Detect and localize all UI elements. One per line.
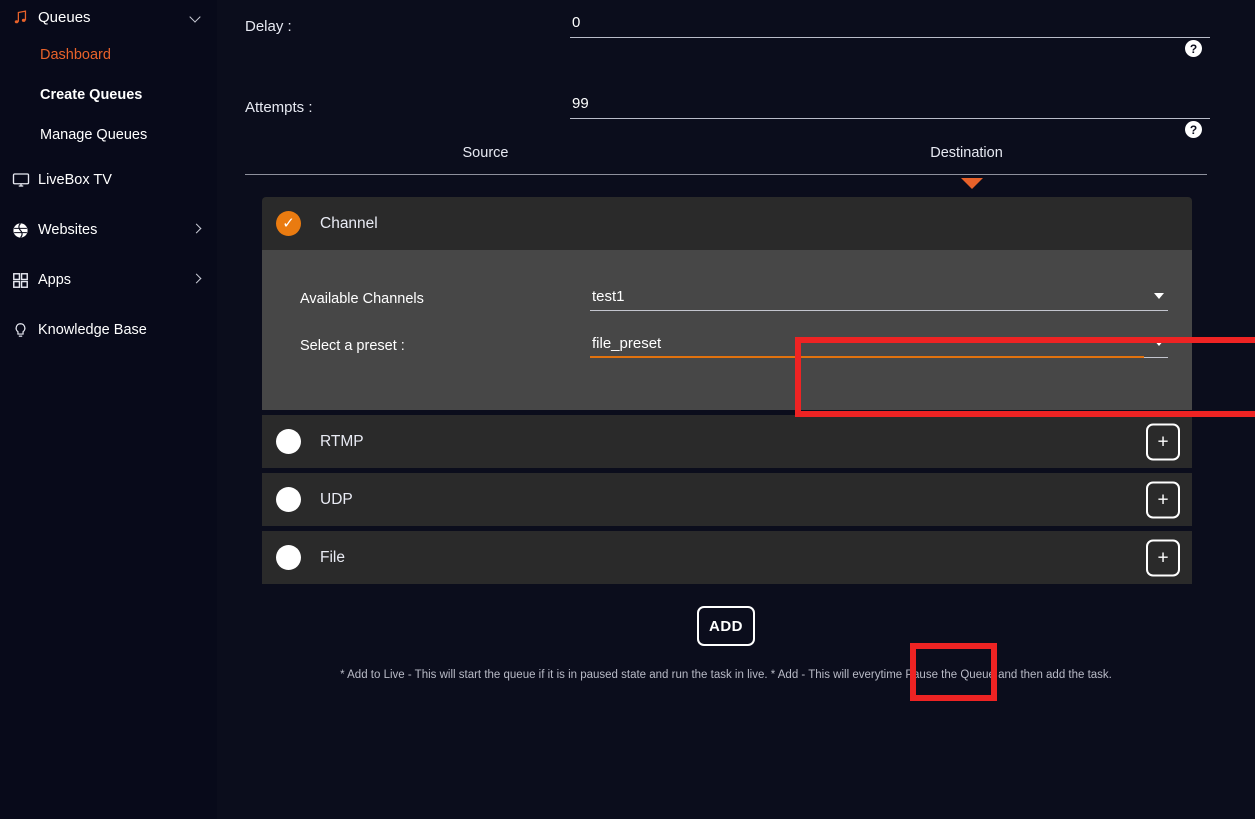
help-icon[interactable]: ? [1185, 121, 1202, 138]
tab-active-pointer-icon [961, 178, 983, 189]
chevron-right-icon[interactable] [191, 224, 203, 236]
channel-card-body: Available Channels test1 Select a preset… [262, 250, 1192, 410]
available-channels-label: Available Channels [300, 290, 424, 307]
footnote-text: * Add to Live - This will start the queu… [340, 669, 1112, 681]
add-button-area: ADD [245, 606, 1207, 646]
destination-options-list: ✓ Channel + Available Channels test1 Sel… [262, 197, 1192, 584]
sidebar-item-label: LiveBox TV [38, 172, 112, 188]
file-radio-button[interactable] [276, 545, 301, 570]
grid-icon [12, 272, 38, 289]
chevron-down-icon [1154, 293, 1164, 299]
chevron-right-icon[interactable] [191, 274, 203, 286]
rtmp-card-header[interactable]: RTMP + [262, 415, 1192, 468]
sidebar-item-manage-queues[interactable]: Manage Queues [0, 115, 217, 155]
sidebar: Queues Dashboard Create Queues Manage Qu… [0, 0, 217, 819]
tab-source[interactable]: Source [245, 145, 726, 174]
tab-destination[interactable]: Destination [726, 145, 1207, 174]
sidebar-item-websites[interactable]: Websites [0, 205, 217, 255]
help-icon[interactable]: ? [1185, 40, 1202, 57]
sidebar-item-label: Dashboard [40, 47, 111, 63]
main-content: Delay : ? Attempts : ? Source Destinatio… [217, 0, 1255, 819]
available-channels-select[interactable]: test1 [590, 286, 1168, 311]
sidebar-item-knowledge-base[interactable]: Knowledge Base [0, 305, 217, 355]
udp-add-plus-button[interactable]: + [1146, 481, 1180, 518]
destination-card-udp: UDP + [262, 473, 1192, 526]
delay-field-row: Delay : ? [245, 8, 1255, 57]
file-card-header[interactable]: File + [262, 531, 1192, 584]
sidebar-item-livebox-tv[interactable]: LiveBox TV [0, 155, 217, 205]
sidebar-group-label: Queues [38, 9, 91, 26]
sidebar-item-label: Manage Queues [40, 127, 148, 143]
delay-input[interactable] [570, 8, 1210, 38]
sidebar-item-dashboard[interactable]: Dashboard [0, 35, 217, 75]
sidebar-item-label: Knowledge Base [38, 322, 147, 338]
delay-input-wrap: ? [570, 8, 1210, 57]
channel-selected-checkmark-icon[interactable]: ✓ [276, 211, 301, 236]
sidebar-item-label: Create Queues [40, 87, 143, 103]
rtmp-radio-button[interactable] [276, 429, 301, 454]
select-preset-label: Select a preset : [300, 337, 405, 354]
monitor-icon [12, 171, 38, 189]
destination-card-channel: ✓ Channel + Available Channels test1 Sel… [262, 197, 1192, 410]
rtmp-add-plus-button[interactable]: + [1146, 423, 1180, 460]
app-root: Queues Dashboard Create Queues Manage Qu… [0, 0, 1255, 819]
attempts-input-wrap: ? [570, 89, 1210, 138]
select-preset-select[interactable]: file_preset [590, 333, 1168, 358]
sidebar-item-create-queues[interactable]: Create Queues [0, 75, 217, 115]
sidebar-item-apps[interactable]: Apps [0, 255, 217, 305]
sidebar-item-label: Websites [38, 222, 98, 238]
destination-card-rtmp: RTMP + [262, 415, 1192, 468]
attempts-field-row: Attempts : ? [245, 89, 1255, 138]
delay-label: Delay : [245, 18, 292, 35]
tab-divider [245, 174, 1207, 175]
globe-icon [12, 222, 38, 239]
attempts-label: Attempts : [245, 99, 313, 116]
file-add-plus-button[interactable]: + [1146, 539, 1180, 576]
udp-radio-button[interactable] [276, 487, 301, 512]
udp-card-header[interactable]: UDP + [262, 473, 1192, 526]
file-label: File [320, 548, 345, 566]
udp-label: UDP [320, 490, 353, 508]
destination-card-file: File + [262, 531, 1192, 584]
lightbulb-icon [12, 322, 38, 339]
sidebar-group-queues[interactable]: Queues [0, 0, 217, 35]
attempts-input[interactable] [570, 89, 1210, 119]
sidebar-item-label: Apps [38, 272, 72, 288]
rtmp-label: RTMP [320, 432, 364, 450]
source-destination-tabs: Source Destination [245, 145, 1207, 189]
channel-card-header[interactable]: ✓ Channel + [262, 197, 1192, 322]
select-preset-value: file_preset [590, 333, 1168, 358]
music-note-icon [12, 9, 38, 26]
chevron-down-icon [1154, 340, 1164, 346]
add-button[interactable]: ADD [697, 606, 755, 646]
chevron-down-icon[interactable] [191, 12, 203, 24]
available-channels-row: Available Channels test1 [300, 280, 1174, 317]
channel-label: Channel [320, 214, 378, 232]
tab-label: Destination [930, 145, 1003, 161]
tab-label: Source [462, 145, 509, 161]
available-channels-value: test1 [590, 286, 1168, 311]
select-preset-row: Select a preset : file_preset [300, 327, 1174, 364]
